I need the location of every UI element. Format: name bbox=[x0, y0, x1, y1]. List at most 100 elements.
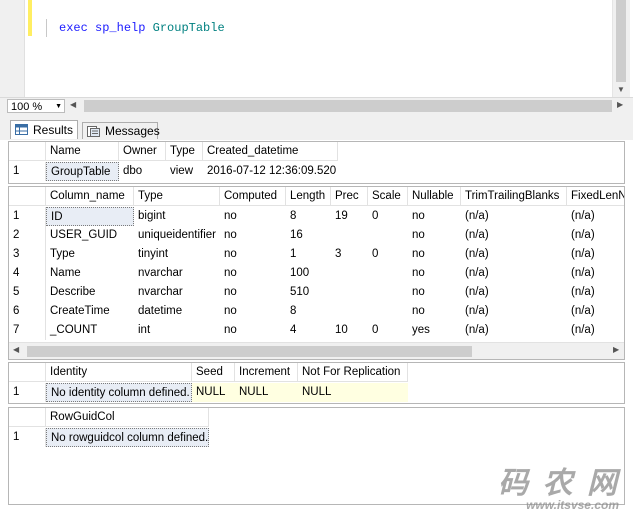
table-cell[interactable]: (n/a) bbox=[461, 302, 567, 321]
null-cell[interactable]: NULL bbox=[298, 383, 408, 402]
table-cell[interactable]: GroupTable bbox=[46, 162, 119, 181]
table-cell[interactable]: no bbox=[220, 207, 286, 226]
table-cell[interactable]: 2016-07-12 12:36:09.520 bbox=[203, 162, 338, 181]
grid-horizontal-scrollbar[interactable]: ◀ ▶ bbox=[9, 342, 624, 359]
table-cell[interactable]: (n/a) bbox=[567, 321, 624, 340]
table-cell[interactable]: 10 bbox=[331, 321, 368, 340]
column-header[interactable]: Prec bbox=[331, 187, 368, 206]
column-header[interactable]: Not For Replication bbox=[298, 363, 408, 382]
row-number[interactable]: 1 bbox=[9, 207, 46, 226]
scroll-down-arrow-icon[interactable]: ▼ bbox=[617, 85, 625, 94]
table-cell[interactable]: _COUNT bbox=[46, 321, 134, 340]
table-cell[interactable]: USER_GUID bbox=[46, 226, 134, 245]
table-cell[interactable]: no bbox=[220, 226, 286, 245]
table-cell[interactable]: 0 bbox=[368, 207, 408, 226]
code-line[interactable]: exec sp_help GroupTable bbox=[46, 19, 225, 37]
result-grid-columns[interactable]: Column_name Type Computed Length Prec Scale Nu… bbox=[8, 186, 625, 360]
table-cell[interactable]: (n/a) bbox=[567, 207, 624, 226]
table-cell[interactable]: no bbox=[408, 264, 461, 283]
table-cell[interactable]: (n/a) bbox=[461, 264, 567, 283]
column-header[interactable]: Computed bbox=[220, 187, 286, 206]
table-cell[interactable] bbox=[331, 226, 368, 245]
table-cell[interactable]: datetime bbox=[134, 302, 220, 321]
table-cell[interactable] bbox=[368, 283, 408, 302]
table-cell[interactable]: 8 bbox=[286, 302, 331, 321]
table-cell[interactable]: 510 bbox=[286, 283, 331, 302]
table-cell[interactable]: (n/a) bbox=[567, 226, 624, 245]
table-cell[interactable]: (n/a) bbox=[567, 283, 624, 302]
table-cell[interactable]: (n/a) bbox=[567, 302, 624, 321]
table-cell[interactable]: 4 bbox=[286, 321, 331, 340]
table-cell[interactable]: 0 bbox=[368, 321, 408, 340]
column-header[interactable]: Type bbox=[134, 187, 220, 206]
scroll-right-arrow-icon[interactable]: ▶ bbox=[613, 345, 619, 354]
row-number[interactable]: 6 bbox=[9, 302, 46, 321]
scroll-left-arrow-icon[interactable]: ◀ bbox=[70, 100, 76, 109]
query-editor[interactable]: exec sp_help GroupTable ▼ bbox=[0, 0, 633, 97]
table-cell[interactable]: no bbox=[408, 245, 461, 264]
table-cell[interactable]: No identity column defined. bbox=[46, 383, 192, 402]
column-header[interactable]: Column_name bbox=[46, 187, 134, 206]
table-cell[interactable]: uniqueidentifier bbox=[134, 226, 220, 245]
table-cell[interactable]: (n/a) bbox=[461, 226, 567, 245]
table-cell[interactable]: 19 bbox=[331, 207, 368, 226]
result-grid-identity[interactable]: Identity Seed Increment Not For Replicat… bbox=[8, 362, 625, 404]
table-cell[interactable]: 8 bbox=[286, 207, 331, 226]
row-number[interactable]: 1 bbox=[9, 383, 46, 402]
table-cell[interactable]: no bbox=[408, 207, 461, 226]
row-number[interactable]: 2 bbox=[9, 226, 46, 245]
table-cell[interactable]: int bbox=[134, 321, 220, 340]
column-header[interactable]: FixedLenN bbox=[567, 187, 624, 206]
table-cell[interactable]: view bbox=[166, 162, 203, 181]
table-cell[interactable] bbox=[368, 264, 408, 283]
table-cell[interactable]: 100 bbox=[286, 264, 331, 283]
column-header[interactable]: Nullable bbox=[408, 187, 461, 206]
table-cell[interactable]: no bbox=[220, 245, 286, 264]
table-cell[interactable] bbox=[331, 264, 368, 283]
table-cell[interactable]: dbo bbox=[119, 162, 166, 181]
table-cell[interactable]: 16 bbox=[286, 226, 331, 245]
table-cell[interactable]: no bbox=[220, 264, 286, 283]
column-header[interactable]: Name bbox=[46, 142, 119, 161]
table-cell[interactable]: no bbox=[220, 283, 286, 302]
row-number[interactable]: 5 bbox=[9, 283, 46, 302]
column-header[interactable]: TrimTrailingBlanks bbox=[461, 187, 567, 206]
scroll-right-arrow-icon[interactable]: ▶ bbox=[617, 100, 623, 109]
table-cell[interactable] bbox=[368, 226, 408, 245]
table-cell[interactable]: tinyint bbox=[134, 245, 220, 264]
scroll-thumb[interactable] bbox=[616, 0, 626, 82]
table-cell[interactable]: No rowguidcol column defined. bbox=[46, 428, 209, 447]
column-header[interactable]: Type bbox=[166, 142, 203, 161]
scroll-thumb[interactable] bbox=[27, 346, 472, 357]
table-cell[interactable]: no bbox=[408, 226, 461, 245]
table-cell[interactable]: (n/a) bbox=[567, 245, 624, 264]
null-cell[interactable]: NULL bbox=[192, 383, 235, 402]
table-cell[interactable]: Type bbox=[46, 245, 134, 264]
table-cell[interactable]: Describe bbox=[46, 283, 134, 302]
table-cell[interactable]: Name bbox=[46, 264, 134, 283]
column-header[interactable]: Scale bbox=[368, 187, 408, 206]
scroll-left-arrow-icon[interactable]: ◀ bbox=[13, 345, 19, 354]
column-header[interactable]: Seed bbox=[192, 363, 235, 382]
table-cell[interactable]: nvarchar bbox=[134, 283, 220, 302]
table-cell[interactable]: bigint bbox=[134, 207, 220, 226]
table-cell[interactable]: (n/a) bbox=[461, 245, 567, 264]
table-cell[interactable]: ID bbox=[46, 207, 134, 226]
row-number[interactable]: 7 bbox=[9, 321, 46, 340]
table-cell[interactable] bbox=[331, 283, 368, 302]
table-cell[interactable] bbox=[368, 302, 408, 321]
table-cell[interactable]: no bbox=[220, 302, 286, 321]
table-cell[interactable] bbox=[331, 302, 368, 321]
row-number[interactable]: 3 bbox=[9, 245, 46, 264]
table-cell[interactable]: no bbox=[220, 321, 286, 340]
column-header[interactable]: Length bbox=[286, 187, 331, 206]
table-cell[interactable]: (n/a) bbox=[567, 264, 624, 283]
column-header[interactable]: RowGuidCol bbox=[46, 408, 209, 427]
result-grid-object[interactable]: Name Owner Type Created_datetime 1 Group… bbox=[8, 141, 625, 184]
table-cell[interactable]: 3 bbox=[331, 245, 368, 264]
table-cell[interactable]: 1 bbox=[286, 245, 331, 264]
tab-results[interactable]: Results bbox=[10, 120, 78, 139]
table-cell[interactable]: (n/a) bbox=[461, 283, 567, 302]
row-number[interactable]: 4 bbox=[9, 264, 46, 283]
editor-vertical-scrollbar[interactable]: ▼ bbox=[612, 0, 630, 97]
